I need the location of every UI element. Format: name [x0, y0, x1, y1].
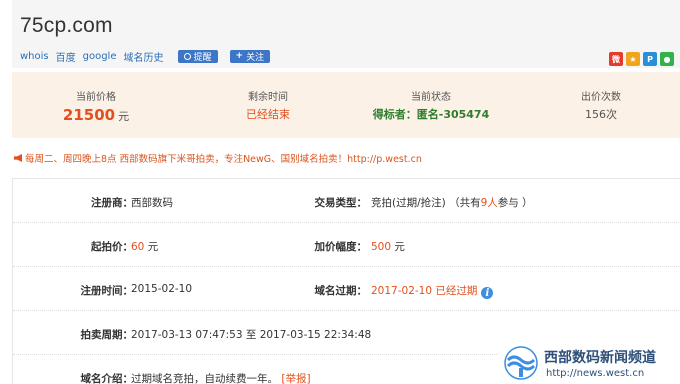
info-icon[interactable]: i: [481, 287, 494, 299]
bids-label: 出价次数: [581, 92, 621, 103]
expiry-label: 域名过期：: [314, 285, 368, 297]
increment-label: 加价幅度：: [314, 241, 368, 253]
auction-period-value: 2017-03-13 07:47:53 至 2017-03-15 22:34:4…: [131, 329, 372, 341]
expiry-value: 2017-02-10 已经过期: [371, 285, 478, 297]
watermark-name: 西部数码新闻频道: [544, 350, 656, 366]
follow-label: 关注: [246, 52, 265, 63]
current-price-value-row: 21500 元: [36, 106, 156, 124]
remind-label: 提醒: [193, 52, 212, 63]
increment-unit: 元: [394, 241, 405, 253]
weibo-icon[interactable]: 微: [609, 52, 623, 66]
intro-value-wrap: 过期域名竞拍，自动续费一年。 [举报]: [131, 371, 311, 384]
west-logo-icon: [504, 346, 538, 380]
current-price: 21500: [62, 106, 116, 124]
trade-type-suffix: 参与 ）: [497, 197, 533, 209]
intro-label: 域名介绍：: [80, 373, 134, 384]
current-price-label: 当前价格: [76, 92, 116, 103]
trade-type-prefix: 竞拍(过期/抢注) （共有: [371, 197, 481, 209]
speaker-icon: [14, 154, 22, 162]
status-label: 当前状态: [411, 92, 451, 103]
auction-notice[interactable]: 每周二、周四晚上8点 西部数码旗下米哥拍卖，专注NewG、国别域名拍卖！http…: [14, 151, 422, 165]
intro-value: 过期域名竞拍，自动续费一年。: [131, 373, 278, 384]
auction-period-label: 拍卖周期：: [80, 329, 134, 341]
domain-history-link[interactable]: 域名历史: [124, 49, 164, 64]
expiry-value-wrap: 2017-02-10 已经过期 i: [371, 283, 494, 299]
auction-status-panel: 当前价格 21500 元 剩余时间 已经结束 当前状态 得标者：匿名-305474…: [12, 72, 680, 138]
reg-time-label: 注册时间：: [80, 285, 134, 297]
increment: 500: [371, 241, 392, 253]
winner-status: 得标者：匿名-305474: [372, 108, 490, 121]
bids-block: 出价次数 156次: [546, 72, 656, 138]
clock-icon: [183, 52, 191, 60]
participants-count: 9人: [480, 197, 498, 209]
notice-text: 每周二、周四晚上8点 西部数码旗下米哥拍卖，专注NewG、国别域名拍卖！http…: [25, 154, 422, 165]
status-block: 当前状态 得标者：匿名-305474: [346, 72, 516, 138]
follow-button[interactable]: + 关注: [229, 49, 271, 63]
report-link[interactable]: [举报]: [281, 373, 310, 384]
bid-count: 156次: [585, 108, 617, 121]
start-price-value: 60 元: [131, 239, 158, 254]
registrar-label: 注册商：: [91, 197, 133, 209]
details-row: 注册商： 西部数码 交易类型： 竞拍(过期/抢注) （共有9人参与 ）: [13, 179, 680, 223]
plus-icon: +: [235, 51, 244, 61]
reg-time-value: 2015-02-10: [131, 283, 193, 295]
trade-type-value: 竞拍(过期/抢注) （共有9人参与 ）: [371, 195, 533, 210]
wechat-icon[interactable]: ●: [660, 52, 674, 66]
remind-button[interactable]: 提醒: [177, 49, 218, 63]
domain-title: 75cp.com: [20, 14, 113, 37]
current-price-block: 当前价格 21500 元: [36, 72, 156, 138]
google-link[interactable]: google: [83, 51, 117, 62]
tencent-weibo-icon[interactable]: P: [643, 52, 657, 66]
registrar-value: 西部数码: [131, 197, 173, 209]
details-row: 起拍价： 60 元 加价幅度： 500 元: [13, 223, 680, 267]
watermark: 西部数码新闻频道 http://news.west.cn: [498, 342, 680, 384]
baidu-link[interactable]: 百度: [56, 49, 76, 64]
time-left-block: 剩余时间 已经结束: [208, 72, 328, 138]
trade-type-label: 交易类型：: [314, 197, 368, 209]
watermark-url: http://news.west.cn: [546, 368, 645, 379]
start-price-unit: 元: [147, 241, 159, 253]
domain-header: 75cp.com whois 百度 google 域名历史 提醒 + 关注 微 …: [12, 0, 680, 68]
start-price: 60: [131, 241, 145, 253]
share-icons: 微 ★ P ●: [609, 52, 674, 66]
details-row: 注册时间： 2015-02-10 域名过期： 2017-02-10 已经过期 i: [13, 267, 680, 311]
currency-unit: 元: [118, 110, 130, 123]
start-price-label: 起拍价：: [91, 241, 133, 253]
increment-value: 500 元: [371, 239, 405, 254]
domain-links: whois 百度 google 域名历史 提醒 + 关注: [20, 49, 271, 64]
time-left-label: 剩余时间: [248, 92, 288, 103]
time-left-value: 已经结束: [246, 108, 290, 121]
whois-link[interactable]: whois: [20, 51, 49, 62]
qzone-icon[interactable]: ★: [626, 52, 640, 66]
